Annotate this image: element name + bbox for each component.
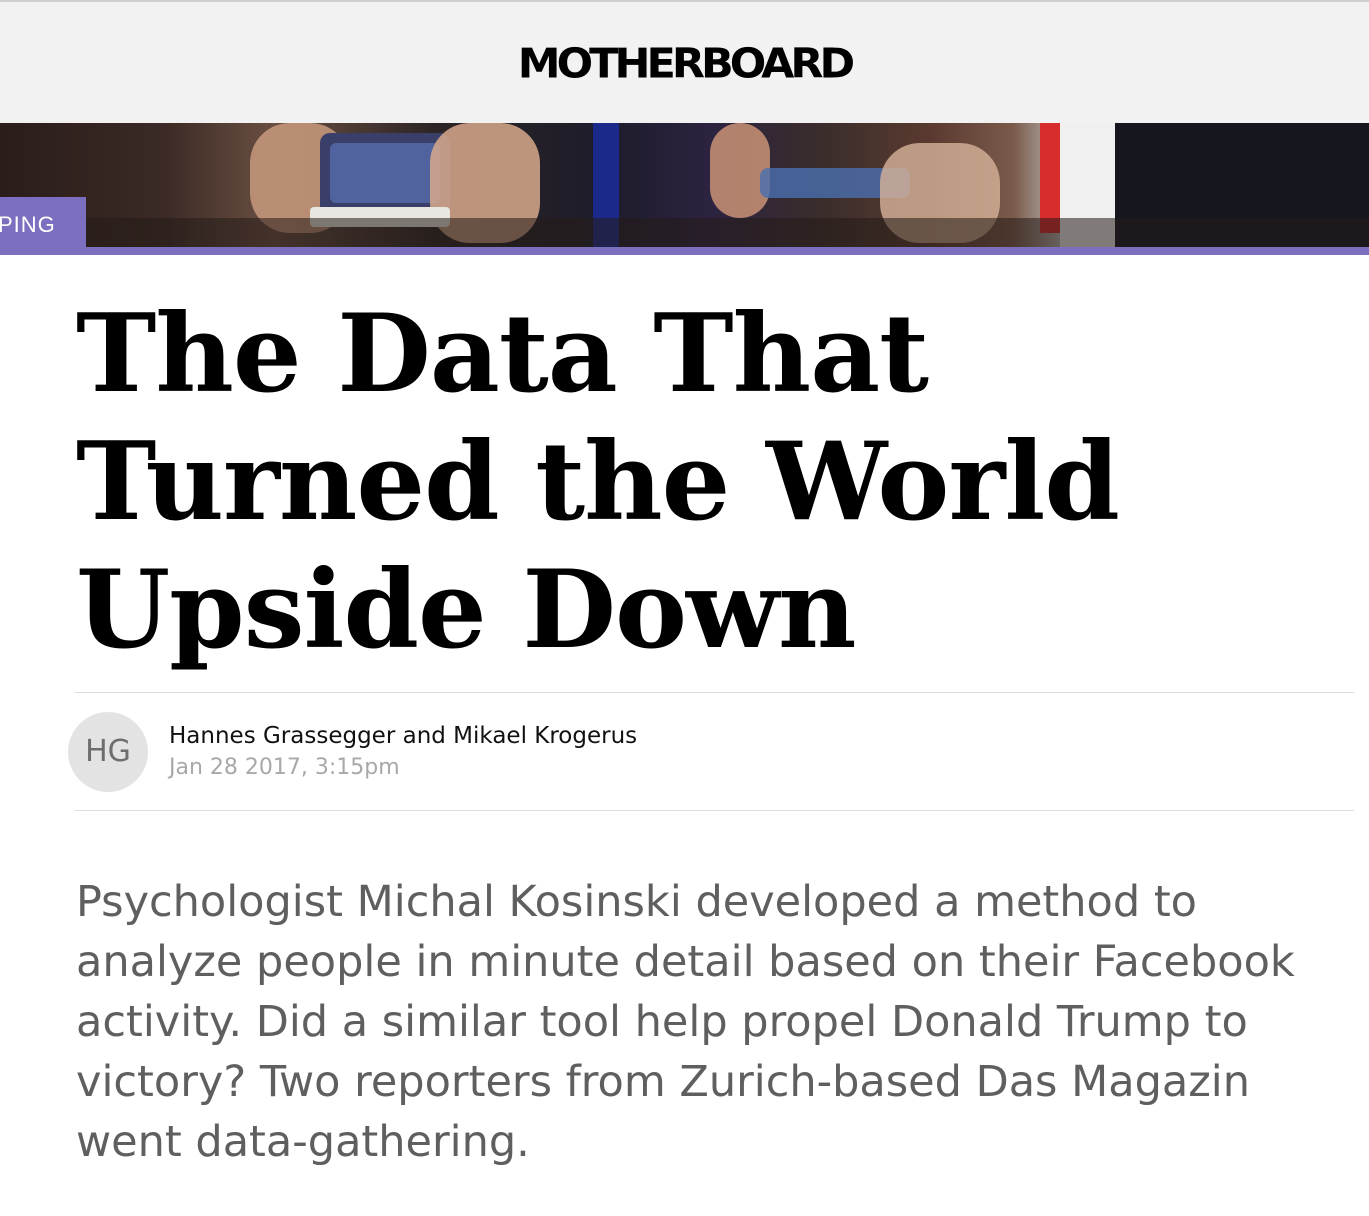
section-tag[interactable]: PING bbox=[0, 197, 86, 247]
article-headline: The Data That Turned the World Upside Do… bbox=[76, 291, 1120, 673]
divider-top bbox=[75, 692, 1354, 693]
publish-date: Jan 28 2017, 3:15pm bbox=[169, 755, 400, 780]
author-avatar[interactable]: HG bbox=[68, 712, 148, 792]
hero-image bbox=[0, 123, 1369, 247]
hero-accent-bar bbox=[0, 247, 1369, 255]
motherboard-logo[interactable]: MOTHERBOARD bbox=[0, 37, 1369, 90]
divider-bottom bbox=[75, 810, 1354, 811]
site-header: MOTHERBOARD bbox=[0, 2, 1369, 123]
article-dek: Psychologist Michal Kosinski developed a… bbox=[76, 877, 1295, 1167]
author-name[interactable]: Hannes Grassegger and Mikael Krogerus bbox=[169, 723, 637, 749]
